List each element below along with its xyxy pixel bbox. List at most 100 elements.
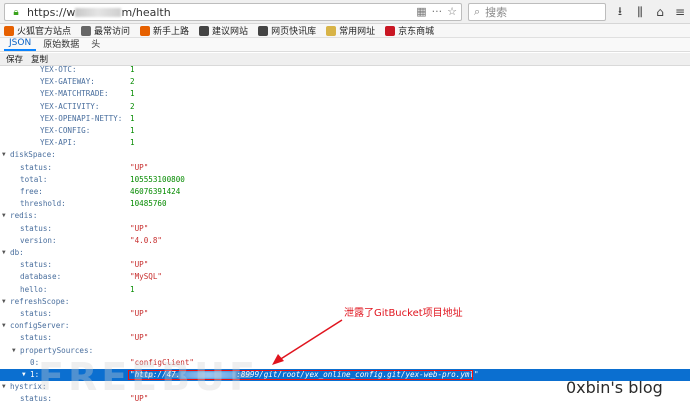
collapse-toggle-icon[interactable]: ▼: [2, 296, 6, 308]
json-key: status:: [20, 333, 53, 343]
firefox-icon: [140, 25, 151, 36]
tab-raw-data[interactable]: 原始数据: [38, 38, 84, 51]
bookmark-label: 火狐官方站点: [17, 27, 72, 37]
json-value: "UP": [130, 333, 149, 343]
bookmark-item[interactable]: 建议网站: [199, 24, 248, 37]
tab-json[interactable]: JSON: [4, 38, 37, 51]
json-value: 2: [130, 77, 135, 87]
json-row[interactable]: status: "UP": [0, 162, 690, 174]
json-key: status:: [20, 223, 53, 233]
json-value: 1: [130, 138, 135, 148]
bookmark-label: 网页快讯库: [271, 27, 317, 37]
json-row[interactable]: YEX-OPENAPI-NETTY: 1: [0, 113, 690, 125]
json-row[interactable]: version: "4.0.8": [0, 235, 690, 247]
collapse-toggle-icon[interactable]: ▼: [2, 210, 6, 222]
json-value: 2: [130, 101, 135, 111]
search-bar[interactable]: ⌕ 搜索: [468, 3, 606, 21]
download-icon[interactable]: ⭳: [612, 3, 628, 21]
search-icon: ⌕: [474, 5, 481, 18]
copy-button[interactable]: 复制: [29, 53, 50, 65]
background-watermark: FREEBUF: [38, 355, 259, 399]
json-row[interactable]: status: "UP": [0, 223, 690, 235]
folder-icon: [326, 25, 337, 36]
collapse-toggle-icon[interactable]: ▼: [2, 381, 6, 393]
bookmark-star-icon[interactable]: ☆: [447, 5, 457, 18]
collapse-toggle-icon[interactable]: ▼: [2, 320, 6, 332]
json-value: "MySQL": [130, 272, 163, 282]
menu-icon[interactable]: ≡: [672, 3, 688, 21]
browser-toolbar: 🔒︎ https://w m/health ▦ ··· ☆ ⌕ 搜索 ⭳ ⫼ ⌂ …: [0, 0, 690, 24]
viewer-tabs: JSON 原始数据 头: [0, 38, 690, 52]
globe-icon: [258, 25, 269, 36]
gear-icon: [81, 25, 92, 36]
json-row[interactable]: hello: 1: [0, 284, 690, 296]
json-key: YEX-API:: [40, 138, 77, 148]
json-row[interactable]: free: 46076391424: [0, 186, 690, 198]
home-icon[interactable]: ⌂: [652, 3, 668, 21]
blog-watermark: 0xbin's blog: [566, 378, 663, 397]
json-value: "UP": [130, 162, 149, 172]
json-value: 1: [130, 126, 135, 135]
json-value: "UP": [130, 260, 149, 270]
json-key: YEX-CONFIG:: [40, 126, 91, 135]
json-row[interactable]: database: "MySQL": [0, 271, 690, 283]
json-row[interactable]: threshold: 10485760: [0, 198, 690, 210]
collapse-toggle-icon[interactable]: ▼: [2, 247, 6, 259]
json-key: refreshScope:: [10, 296, 70, 306]
bookmark-item[interactable]: 常用网址: [326, 24, 375, 37]
json-row[interactable]: YEX-OTC: 1: [0, 66, 690, 76]
json-value: "4.0.8": [130, 235, 163, 245]
json-key: diskSpace:: [10, 150, 56, 160]
json-row[interactable]: YEX-ACTIVITY: 2: [0, 101, 690, 113]
bookmarks-bar: 火狐官方站点 最常访问 新手上路 建议网站 网页快讯库 常用网址 京东商城: [0, 24, 690, 38]
bookmark-item[interactable]: 新手上路: [140, 24, 189, 37]
lock-icon: 🔒︎: [13, 6, 19, 18]
save-button[interactable]: 保存: [4, 53, 25, 65]
firefox-icon: [4, 25, 14, 36]
url-bar[interactable]: 🔒︎ https://w m/health ▦ ··· ☆: [4, 3, 462, 21]
collapse-toggle-icon[interactable]: ▼: [2, 149, 6, 161]
bookmark-item[interactable]: 最常访问: [81, 24, 130, 37]
json-key: YEX-GATEWAY:: [40, 77, 95, 87]
collapse-toggle-icon[interactable]: ▼: [12, 345, 16, 357]
tab-headers[interactable]: 头: [86, 38, 105, 51]
json-key: YEX-OTC:: [40, 66, 77, 74]
json-key: version:: [20, 235, 57, 245]
bookmark-item[interactable]: 京东商城: [385, 24, 434, 37]
json-value: 46076391424: [130, 187, 181, 196]
json-row[interactable]: YEX-MATCHTRADE: 1: [0, 88, 690, 100]
bookmark-item[interactable]: 网页快讯库: [258, 24, 316, 37]
bookmark-label: 新手上路: [153, 27, 190, 37]
json-key: YEX-ACTIVITY:: [40, 101, 100, 111]
collapse-toggle-icon[interactable]: ▼: [22, 369, 26, 381]
json-row[interactable]: status: "UP": [0, 259, 690, 271]
json-value: 105553100800: [130, 174, 185, 184]
json-key: threshold:: [20, 199, 66, 209]
bookmark-label: 常用网址: [339, 27, 376, 37]
search-placeholder: 搜索: [485, 6, 508, 19]
json-key: status:: [20, 309, 53, 318]
json-row[interactable]: total: 105553100800: [0, 174, 690, 186]
json-key: total:: [20, 174, 48, 184]
json-value: 1: [130, 89, 135, 99]
library-icon[interactable]: ⫼: [632, 3, 648, 21]
annotation-arrow: [272, 319, 343, 365]
bookmark-item[interactable]: 火狐官方站点: [4, 24, 71, 37]
more-options-icon[interactable]: ···: [432, 5, 443, 18]
json-value: 1: [130, 284, 135, 294]
json-value: 1: [130, 66, 135, 74]
qr-code-icon[interactable]: ▦: [416, 5, 426, 18]
json-key: YEX-MATCHTRADE:: [40, 89, 109, 99]
json-row[interactable]: YEX-API: 1: [0, 137, 690, 149]
json-row[interactable]: ▼ diskSpace:: [0, 149, 690, 161]
json-row[interactable]: ▼ redis:: [0, 210, 690, 222]
json-key: status:: [20, 260, 53, 270]
json-key: YEX-OPENAPI-NETTY:: [40, 113, 123, 123]
json-value: "UP": [130, 309, 149, 318]
json-row[interactable]: YEX-CONFIG: 1: [0, 125, 690, 137]
redacted-domain: [75, 8, 122, 17]
json-row[interactable]: ▼ db:: [0, 247, 690, 259]
json-row[interactable]: YEX-GATEWAY: 2: [0, 76, 690, 88]
url-text[interactable]: https://w m/health: [27, 6, 171, 19]
json-key: database:: [20, 272, 62, 282]
